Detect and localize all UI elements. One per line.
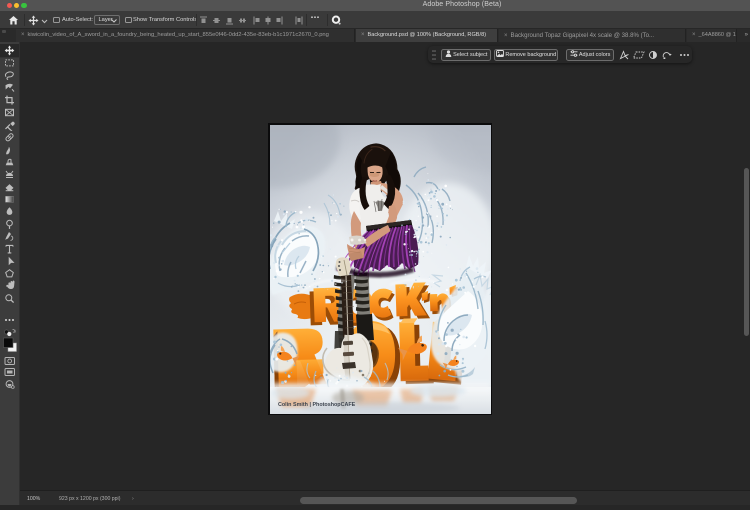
svg-text:Colin Smith | PhotoshopCAFE: Colin Smith | PhotoshopCAFE	[278, 402, 356, 408]
